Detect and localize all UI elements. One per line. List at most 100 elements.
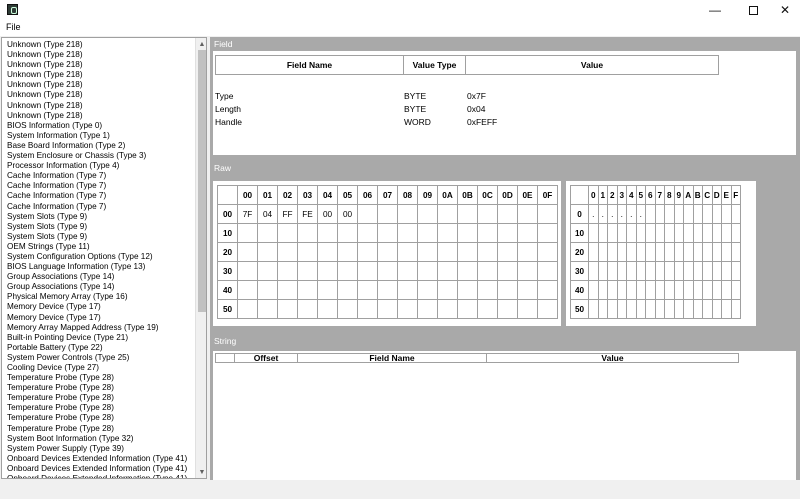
ascii-cell[interactable] — [645, 299, 656, 319]
scroll-down-icon[interactable]: ▼ — [196, 466, 206, 478]
list-item[interactable]: Base Board Information (Type 2) — [7, 141, 197, 151]
ascii-cell[interactable] — [702, 299, 713, 319]
ascii-cell[interactable]: . — [607, 204, 618, 224]
hex-cell[interactable] — [497, 242, 518, 262]
hex-cell[interactable]: 7F — [237, 204, 258, 224]
offset-header[interactable]: Offset — [234, 353, 298, 363]
ascii-cell[interactable]: . — [597, 204, 608, 224]
hex-cell[interactable] — [417, 299, 438, 319]
ascii-cell[interactable] — [635, 261, 646, 281]
hex-cell[interactable]: FE — [297, 204, 318, 224]
list-item[interactable]: Onboard Devices Extended Information (Ty… — [7, 474, 197, 478]
ascii-cell[interactable] — [721, 242, 732, 262]
hex-cell[interactable] — [317, 242, 338, 262]
hex-cell[interactable] — [297, 261, 318, 281]
hex-cell[interactable] — [457, 242, 478, 262]
ascii-cell[interactable] — [673, 223, 684, 243]
ascii-cell[interactable]: . — [635, 204, 646, 224]
list-item[interactable]: BIOS Language Information (Type 13) — [7, 262, 197, 272]
hex-cell[interactable] — [517, 242, 538, 262]
hex-cell[interactable] — [237, 280, 258, 300]
close-button[interactable]: ✕ — [762, 0, 800, 20]
list-item[interactable]: Memory Device (Type 17) — [7, 313, 197, 323]
ascii-cell[interactable] — [711, 223, 722, 243]
list-item[interactable]: System Power Supply (Type 39) — [7, 444, 197, 454]
hex-cell[interactable] — [277, 242, 298, 262]
hex-cell[interactable] — [277, 299, 298, 319]
hex-cell[interactable] — [337, 261, 358, 281]
list-item[interactable]: Temperature Probe (Type 28) — [7, 424, 197, 434]
hex-cell[interactable] — [377, 299, 398, 319]
list-item[interactable]: System Power Controls (Type 25) — [7, 353, 197, 363]
list-item[interactable]: Unknown (Type 218) — [7, 60, 197, 70]
hex-cell[interactable] — [357, 242, 378, 262]
ascii-cell[interactable] — [692, 299, 703, 319]
ascii-cell[interactable] — [645, 204, 656, 224]
ascii-cell[interactable] — [607, 242, 618, 262]
ascii-cell[interactable] — [683, 261, 694, 281]
list-item[interactable]: Unknown (Type 218) — [7, 90, 197, 100]
hex-cell[interactable] — [357, 299, 378, 319]
hex-cell[interactable]: 00 — [337, 204, 358, 224]
hex-cell[interactable] — [437, 242, 458, 262]
hex-cell[interactable] — [397, 280, 418, 300]
list-item[interactable]: Memory Device (Type 17) — [7, 302, 197, 312]
scroll-up-icon[interactable]: ▲ — [196, 38, 206, 50]
hex-cell[interactable] — [277, 223, 298, 243]
list-item[interactable]: Unknown (Type 218) — [7, 40, 197, 50]
hex-cell[interactable] — [317, 223, 338, 243]
list-item[interactable]: BIOS Information (Type 0) — [7, 121, 197, 131]
hex-cell[interactable]: 00 — [317, 204, 338, 224]
list-item[interactable]: Unknown (Type 218) — [7, 70, 197, 80]
hex-cell[interactable] — [237, 299, 258, 319]
ascii-cell[interactable] — [616, 242, 627, 262]
hex-cell[interactable] — [337, 242, 358, 262]
hex-cell[interactable] — [477, 242, 498, 262]
ascii-cell[interactable] — [597, 261, 608, 281]
hex-cell[interactable] — [477, 299, 498, 319]
hex-cell[interactable] — [517, 204, 538, 224]
hex-cell[interactable] — [417, 223, 438, 243]
hex-cell[interactable] — [417, 204, 438, 224]
structure-list[interactable]: Unknown (Type 218) Unknown (Type 218) Unkn… — [1, 37, 207, 479]
ascii-cell[interactable] — [626, 223, 637, 243]
list-item[interactable]: System Slots (Type 9) — [7, 222, 197, 232]
ascii-cell[interactable] — [664, 223, 675, 243]
hex-cell[interactable] — [377, 223, 398, 243]
hex-cell[interactable] — [397, 299, 418, 319]
ascii-cell[interactable] — [692, 280, 703, 300]
ascii-cell[interactable]: . — [626, 204, 637, 224]
hex-cell[interactable] — [357, 280, 378, 300]
list-item[interactable]: Group Associations (Type 14) — [7, 272, 197, 282]
ascii-cell[interactable] — [673, 204, 684, 224]
ascii-cell[interactable] — [711, 261, 722, 281]
hex-cell[interactable] — [497, 261, 518, 281]
ascii-cell[interactable] — [730, 242, 741, 262]
hex-cell[interactable] — [377, 261, 398, 281]
list-item[interactable]: Temperature Probe (Type 28) — [7, 413, 197, 423]
ascii-cell[interactable] — [645, 280, 656, 300]
hex-cell[interactable] — [257, 242, 278, 262]
ascii-cell[interactable] — [711, 299, 722, 319]
ascii-cell[interactable] — [607, 299, 618, 319]
ascii-cell[interactable] — [645, 261, 656, 281]
list-item[interactable]: Unknown (Type 218) — [7, 101, 197, 111]
hex-cell[interactable] — [357, 261, 378, 281]
ascii-cell[interactable] — [616, 299, 627, 319]
ascii-cell[interactable] — [721, 204, 732, 224]
string-value-header[interactable]: Value — [486, 353, 739, 363]
string-field-name-header[interactable]: Field Name — [297, 353, 487, 363]
hex-cell[interactable] — [457, 299, 478, 319]
ascii-cell[interactable] — [692, 223, 703, 243]
hex-cell[interactable] — [437, 261, 458, 281]
ascii-cell[interactable] — [702, 261, 713, 281]
ascii-cell[interactable] — [654, 223, 665, 243]
list-item[interactable]: Unknown (Type 218) — [7, 80, 197, 90]
hex-cell[interactable] — [437, 204, 458, 224]
ascii-cell[interactable] — [597, 280, 608, 300]
hex-cell[interactable] — [297, 299, 318, 319]
ascii-cell[interactable] — [645, 223, 656, 243]
hex-cell[interactable] — [257, 299, 278, 319]
ascii-cell[interactable] — [616, 280, 627, 300]
hex-cell[interactable] — [517, 280, 538, 300]
